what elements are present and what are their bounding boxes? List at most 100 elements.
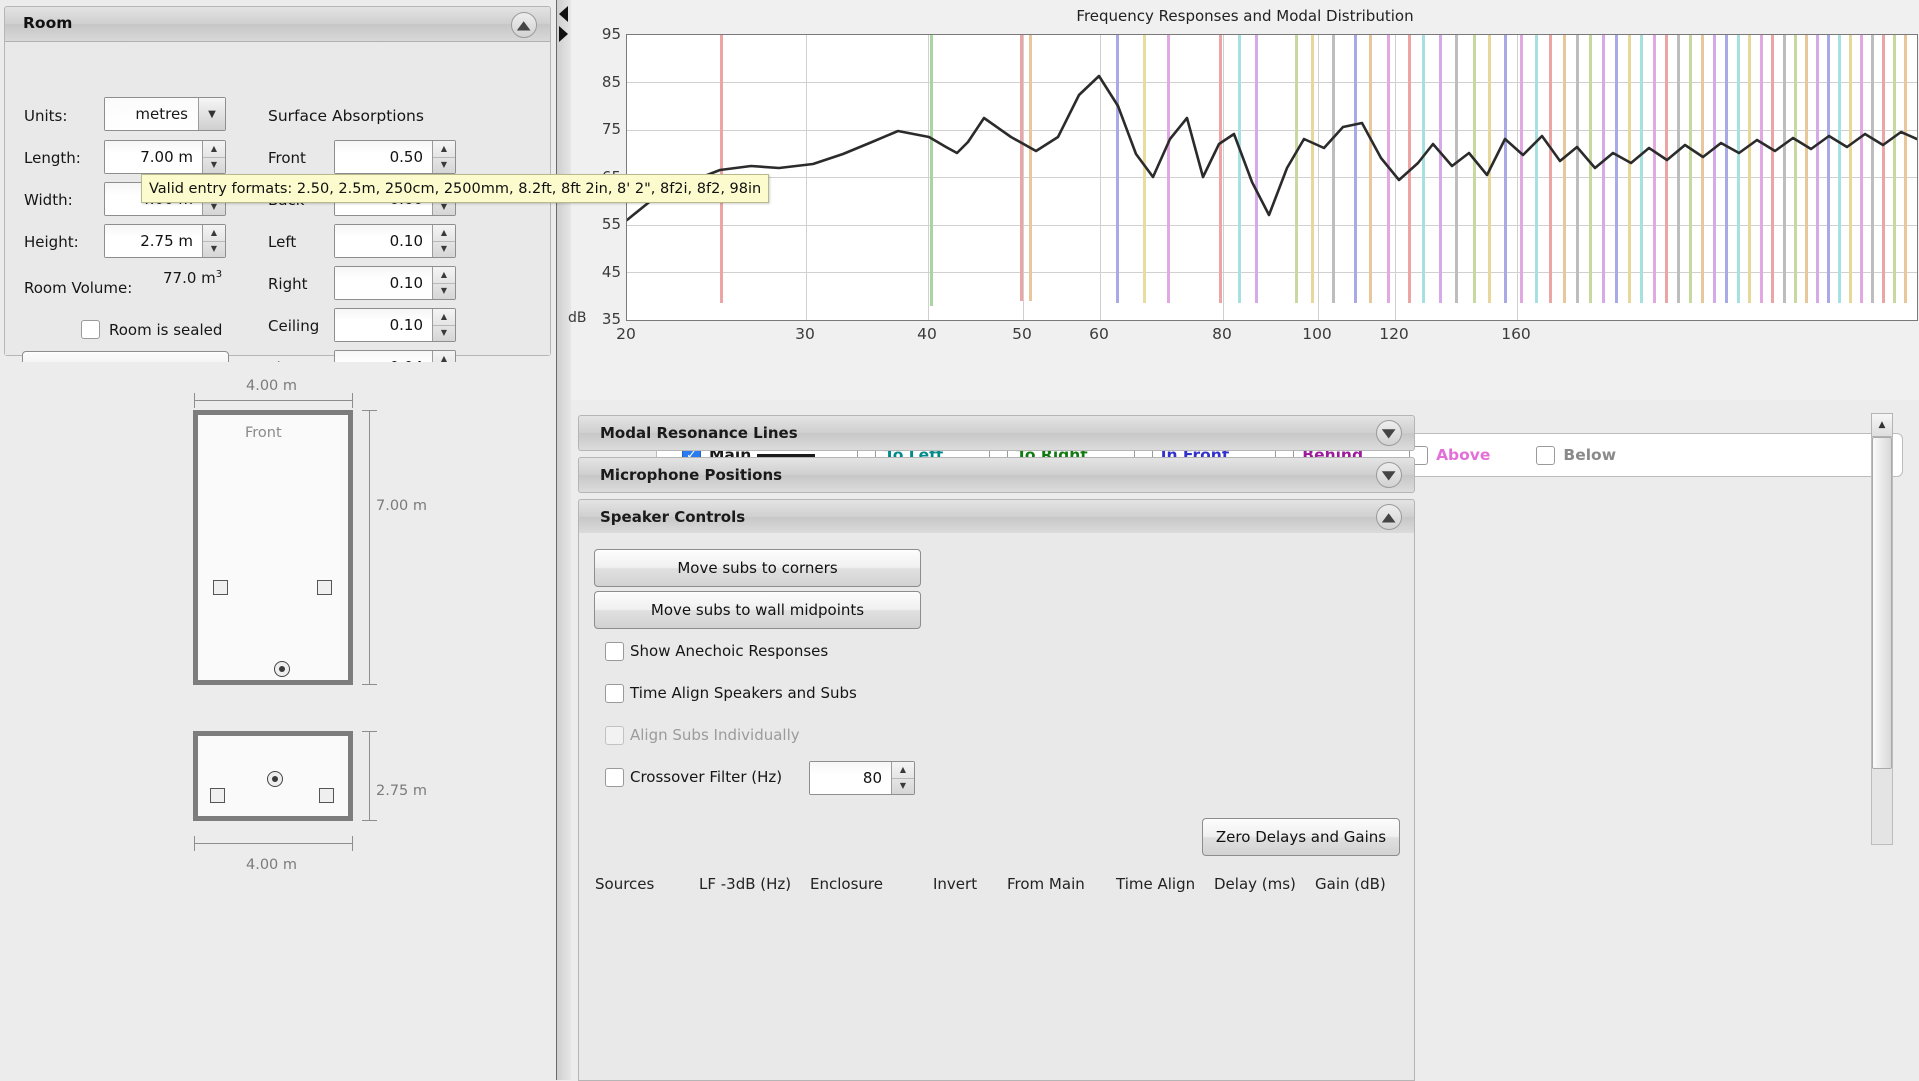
absorption-ceiling-value: 0.10: [335, 309, 432, 341]
right-pane: Frequency Responses and Modal Distributi…: [571, 0, 1919, 1080]
legend-item-below[interactable]: Below: [1536, 446, 1616, 465]
surface-absorptions-title: Surface Absorptions: [268, 107, 424, 125]
absorption-right-value: 0.10: [335, 267, 432, 299]
x-tick-20: 20: [616, 325, 636, 343]
application-window: Room ▲ Units: metres ▼ Length: 7.00 m ▲▼…: [0, 0, 1919, 1080]
speaker-left-plan[interactable]: [213, 580, 228, 595]
section-modal-resonance-lines[interactable]: Modal Resonance Lines ▼: [578, 415, 1415, 451]
chevron-down-double-icon[interactable]: ▼: [1376, 462, 1402, 488]
move-subs-to-corners-button[interactable]: Move subs to corners: [594, 549, 921, 587]
plan-length-dimline: [369, 410, 370, 685]
caret-down-icon: ▼: [433, 326, 455, 342]
entry-format-tooltip: Valid entry formats: 2.50, 2.5m, 250cm, …: [141, 174, 769, 203]
section-microphone-positions[interactable]: Microphone Positions ▼: [578, 457, 1415, 493]
speaker-left-elev[interactable]: [210, 788, 225, 803]
elev-width-dimline: [194, 843, 353, 844]
chevron-up-double-icon[interactable]: ▲: [1376, 504, 1402, 530]
align-subs-individually-label: Align Subs Individually: [630, 726, 800, 744]
height-input[interactable]: 2.75 m ▲▼: [104, 224, 226, 258]
caret-down-icon: ▼: [433, 158, 455, 174]
crossover-filter-input[interactable]: 80 ▲▼: [809, 761, 915, 795]
subwoofer-plan[interactable]: [274, 661, 290, 677]
elev-width-tick-right: [352, 836, 353, 851]
caret-up-icon: ▲: [433, 141, 455, 158]
units-value: metres: [105, 98, 198, 130]
speaker-right-plan[interactable]: [317, 580, 332, 595]
room-plan-view[interactable]: Front: [193, 410, 353, 685]
height-value: 2.75 m: [105, 225, 202, 257]
caret-up-icon: ▲: [892, 762, 914, 779]
legend-label-above: Above: [1436, 446, 1490, 464]
length-stepper[interactable]: ▲▼: [202, 141, 225, 173]
room-panel-title: Room: [23, 14, 72, 32]
crossover-filter-checkbox[interactable]: [605, 768, 624, 787]
caret-up-icon: ▲: [1879, 420, 1886, 430]
x-tick-40: 40: [917, 325, 937, 343]
expand-right-arrow-icon[interactable]: [559, 26, 568, 42]
section-title-speaker-controls: Speaker Controls: [600, 508, 745, 526]
legend-checkbox-below[interactable]: [1536, 446, 1555, 465]
absorption-right-stepper[interactable]: ▲▼: [432, 267, 455, 299]
caret-up-icon: ▲: [433, 225, 455, 242]
absorption-front-stepper[interactable]: ▲▼: [432, 141, 455, 173]
caret-down-icon: ▼: [203, 158, 225, 174]
chevron-up-double-icon[interactable]: ▲: [511, 12, 537, 38]
units-label: Units:: [24, 107, 67, 125]
absorption-front-input[interactable]: 0.50 ▲▼: [334, 140, 456, 174]
x-tick-30: 30: [795, 325, 815, 343]
caret-down-icon: ▼: [892, 779, 914, 795]
units-select[interactable]: metres ▼: [104, 97, 226, 131]
absorption-left-stepper[interactable]: ▲▼: [432, 225, 455, 257]
subwoofer-elev[interactable]: [267, 771, 283, 787]
caret-down-icon: ▼: [433, 242, 455, 258]
show-anechoic-responses-label: Show Anechoic Responses: [630, 642, 828, 660]
speaker-right-elev[interactable]: [319, 788, 334, 803]
panel-splitter[interactable]: [556, 0, 572, 1080]
height-stepper[interactable]: ▲▼: [202, 225, 225, 257]
absorption-right-input[interactable]: 0.10 ▲▼: [334, 266, 456, 300]
show-anechoic-responses-checkbox[interactable]: [605, 642, 624, 661]
room-sealed-checkbox[interactable]: [81, 320, 100, 339]
y-axis-label: dB: [568, 310, 587, 326]
elev-width-tick-left: [194, 836, 195, 851]
elev-height-tick-top: [362, 731, 377, 732]
chevron-down-icon[interactable]: ▼: [198, 98, 225, 130]
chevron-down-double-icon[interactable]: ▼: [1376, 420, 1402, 446]
length-input[interactable]: 7.00 m ▲▼: [104, 140, 226, 174]
collapse-left-arrow-icon[interactable]: [559, 6, 568, 22]
absorption-front-value: 0.50: [335, 141, 432, 173]
plan-width-tick-right: [352, 393, 353, 408]
left-column: Room ▲ Units: metres ▼ Length: 7.00 m ▲▼…: [0, 0, 556, 1080]
room-sealed-label: Room is sealed: [109, 321, 222, 339]
crossover-filter-value: 80: [810, 762, 891, 794]
absorption-left-label: Left: [268, 233, 296, 251]
zero-delays-and-gains-button[interactable]: Zero Delays and Gains: [1202, 818, 1400, 856]
scroll-up-button[interactable]: ▲: [1871, 413, 1893, 437]
plan-front-label: Front: [245, 425, 282, 441]
elev-width-dimension: 4.00 m: [246, 857, 297, 873]
move-subs-to-wall-midpoints-button[interactable]: Move subs to wall midpoints: [594, 591, 921, 629]
plan-length-dimension: 7.00 m: [376, 498, 427, 514]
absorption-ceiling-input[interactable]: 0.10 ▲▼: [334, 308, 456, 342]
y-tick-95: 95: [571, 25, 621, 43]
height-label: Height:: [24, 233, 79, 251]
table-header-from-main: From Main: [1007, 875, 1085, 893]
align-subs-individually-checkbox: [605, 726, 624, 745]
x-tick-80: 80: [1212, 325, 1232, 343]
absorption-left-input[interactable]: 0.10 ▲▼: [334, 224, 456, 258]
absorption-ceiling-stepper[interactable]: ▲▼: [432, 309, 455, 341]
time-align-speakers-and-subs-checkbox[interactable]: [605, 684, 624, 703]
vertical-scrollbar-thumb[interactable]: [1872, 437, 1892, 769]
elev-height-dimline: [369, 731, 370, 821]
plan-length-tick-bottom: [362, 684, 377, 685]
table-header-sources: Sources: [595, 875, 654, 893]
section-speaker-controls[interactable]: Speaker Controls ▲: [578, 499, 1415, 535]
room-volume-value: 77.0 m3: [163, 269, 222, 287]
legend-item-above[interactable]: Above: [1409, 446, 1490, 465]
room-elevation-view[interactable]: [193, 731, 353, 821]
section-title-microphone-positions: Microphone Positions: [600, 466, 782, 484]
crossover-filter-stepper[interactable]: ▲▼: [891, 762, 914, 794]
width-label: Width:: [24, 191, 73, 209]
table-header-gain-db: Gain (dB): [1315, 875, 1386, 893]
y-tick-55: 55: [571, 215, 621, 233]
